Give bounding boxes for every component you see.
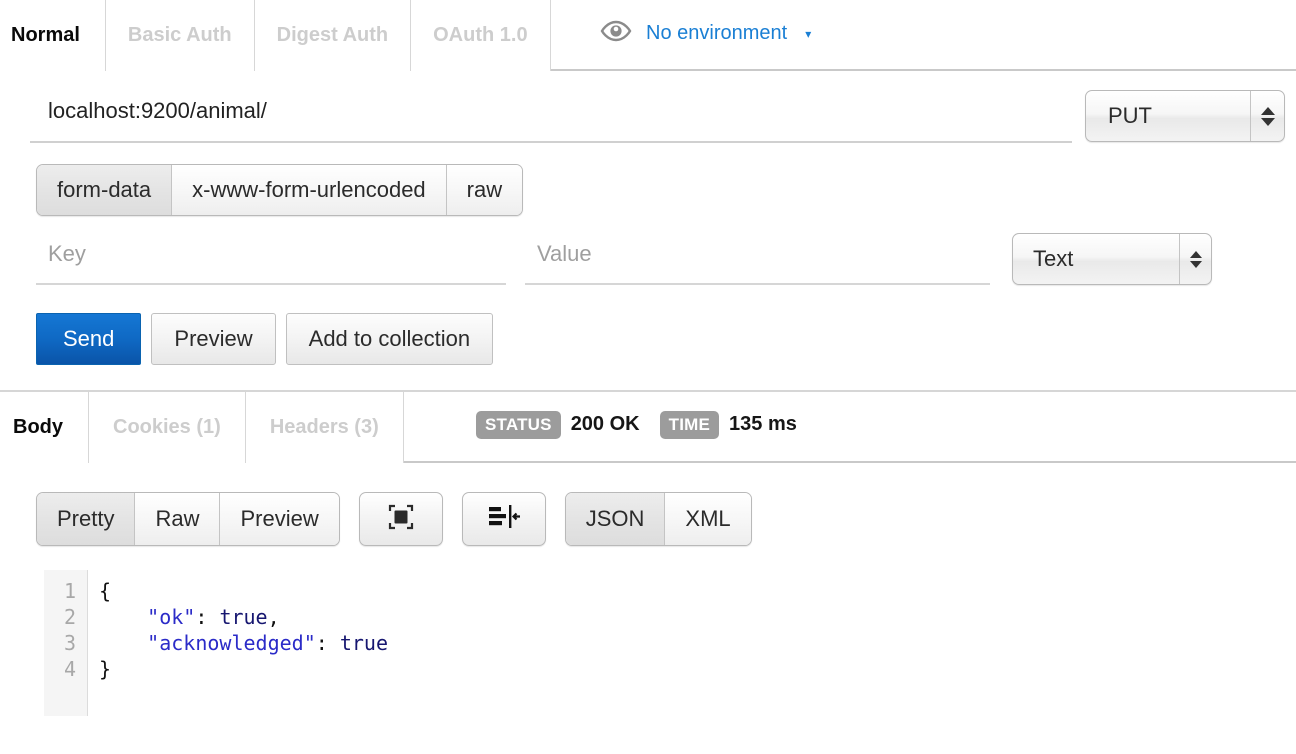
request-actions: Send Preview Add to collection — [36, 313, 1296, 365]
body-type-row: form-data x-www-form-urlencoded raw — [36, 164, 1296, 216]
environment-label[interactable]: No environment — [646, 22, 787, 45]
body-type-segmented-control: form-data x-www-form-urlencoded raw — [36, 164, 523, 216]
code-line: 2 "ok": true, — [0, 604, 1296, 630]
url-row: PUT — [0, 88, 1296, 150]
tab-body-label: Body — [13, 416, 63, 439]
response-toolbar: Pretty Raw Preview — [36, 492, 1296, 546]
tab-cookies[interactable]: Cookies (1) — [88, 392, 246, 463]
chevron-up-icon — [1261, 107, 1275, 115]
chevron-down-icon — [1190, 261, 1202, 268]
view-mode-raw[interactable]: Raw — [134, 493, 219, 545]
tab-oauth-1-label: OAuth 1.0 — [433, 24, 527, 47]
body-type-form-data[interactable]: form-data — [37, 165, 171, 215]
add-to-collection-button[interactable]: Add to collection — [286, 313, 493, 365]
view-mode-pretty-label: Pretty — [57, 506, 114, 532]
format-xml[interactable]: XML — [664, 493, 750, 545]
tab-body[interactable]: Body — [0, 392, 89, 463]
time-value: 135 ms — [729, 413, 797, 436]
http-method-value: PUT — [1086, 91, 1250, 141]
json-punctuation: } — [99, 657, 111, 681]
code-text: { — [88, 578, 111, 604]
response-body-viewer[interactable]: 1{2 "ok": true,3 "acknowledged": true4} — [0, 570, 1296, 716]
json-punctuation: { — [99, 579, 111, 603]
json-value: true — [219, 605, 267, 629]
response-tab-bar: Body Cookies (1) Headers (3) STATUS 200 … — [0, 392, 1296, 463]
tab-cookies-label: Cookies (1) — [113, 416, 221, 439]
send-button[interactable]: Send — [36, 313, 141, 365]
http-method-stepper[interactable] — [1250, 91, 1284, 141]
fullscreen-button[interactable] — [359, 492, 443, 546]
tab-normal-label: Normal — [11, 24, 80, 47]
format-json[interactable]: JSON — [566, 493, 665, 545]
view-mode-raw-label: Raw — [155, 506, 199, 532]
chevron-down-icon[interactable]: ▾ — [805, 27, 811, 41]
format-json-label: JSON — [586, 506, 645, 532]
tab-digest-auth-label: Digest Auth — [277, 24, 388, 47]
json-punctuation: , — [268, 605, 280, 629]
time-badge: TIME — [660, 411, 719, 439]
send-button-label: Send — [63, 326, 114, 352]
line-number: 1 — [0, 578, 88, 604]
code-line: 1{ — [0, 578, 1296, 604]
line-number: 3 — [0, 630, 88, 656]
code-line: 3 "acknowledged": true — [0, 630, 1296, 656]
view-mode-preview[interactable]: Preview — [219, 493, 338, 545]
code-text: "ok": true, — [88, 604, 280, 630]
tab-digest-auth[interactable]: Digest Auth — [254, 0, 411, 71]
body-type-raw-label: raw — [467, 177, 502, 203]
preview-button-label: Preview — [174, 326, 252, 352]
json-value: true — [340, 631, 388, 655]
tab-basic-auth-label: Basic Auth — [128, 24, 232, 47]
status-badge: STATUS — [476, 411, 561, 439]
auth-tab-bar: Normal Basic Auth Digest Auth OAuth 1.0 … — [0, 0, 1296, 71]
chevron-down-icon — [1261, 118, 1275, 126]
response-meta: STATUS 200 OK TIME 135 ms — [476, 392, 807, 463]
line-number: 4 — [0, 656, 88, 682]
chevron-up-icon — [1190, 251, 1202, 258]
tab-normal[interactable]: Normal — [0, 0, 106, 71]
status-value: 200 OK — [571, 413, 640, 436]
wrap-lines-icon — [487, 503, 521, 536]
response-body-code: 1{2 "ok": true,3 "acknowledged": true4} — [0, 578, 1296, 682]
key-input[interactable] — [36, 233, 506, 285]
view-mode-pretty[interactable]: Pretty — [37, 493, 134, 545]
json-key: "ok" — [147, 605, 195, 629]
format-segmented-control: JSON XML — [565, 492, 752, 546]
tab-headers-label: Headers (3) — [270, 416, 379, 439]
code-line: 4} — [0, 656, 1296, 682]
view-mode-segmented-control: Pretty Raw Preview — [36, 492, 340, 546]
tab-headers[interactable]: Headers (3) — [245, 392, 404, 463]
fullscreen-icon — [387, 503, 415, 536]
code-text: "acknowledged": true — [88, 630, 388, 656]
url-input[interactable] — [30, 88, 1072, 143]
code-text: } — [88, 656, 111, 682]
value-type-value: Text — [1013, 234, 1179, 284]
body-type-urlencoded[interactable]: x-www-form-urlencoded — [171, 165, 446, 215]
response-tabs: Body Cookies (1) Headers (3) — [0, 392, 404, 463]
auth-tabs: Normal Basic Auth Digest Auth OAuth 1.0 — [0, 0, 551, 71]
format-xml-label: XML — [685, 506, 730, 532]
body-type-urlencoded-label: x-www-form-urlencoded — [192, 177, 426, 203]
value-type-stepper[interactable] — [1179, 234, 1211, 284]
preview-button[interactable]: Preview — [151, 313, 275, 365]
line-number: 2 — [0, 604, 88, 630]
eye-icon[interactable] — [600, 20, 632, 47]
view-mode-preview-label: Preview — [240, 506, 318, 532]
json-key: "acknowledged" — [147, 631, 316, 655]
tab-oauth-1[interactable]: OAuth 1.0 — [410, 0, 550, 71]
http-method-select[interactable]: PUT — [1085, 90, 1285, 142]
environment-selector[interactable]: No environment ▾ — [600, 0, 811, 71]
tab-basic-auth[interactable]: Basic Auth — [105, 0, 255, 71]
body-type-raw[interactable]: raw — [446, 165, 522, 215]
value-input[interactable] — [525, 233, 990, 285]
wrap-lines-button[interactable] — [462, 492, 546, 546]
form-data-row: Text — [0, 233, 1296, 291]
body-type-form-data-label: form-data — [57, 177, 151, 203]
add-to-collection-label: Add to collection — [309, 326, 470, 352]
value-type-select[interactable]: Text — [1012, 233, 1212, 285]
